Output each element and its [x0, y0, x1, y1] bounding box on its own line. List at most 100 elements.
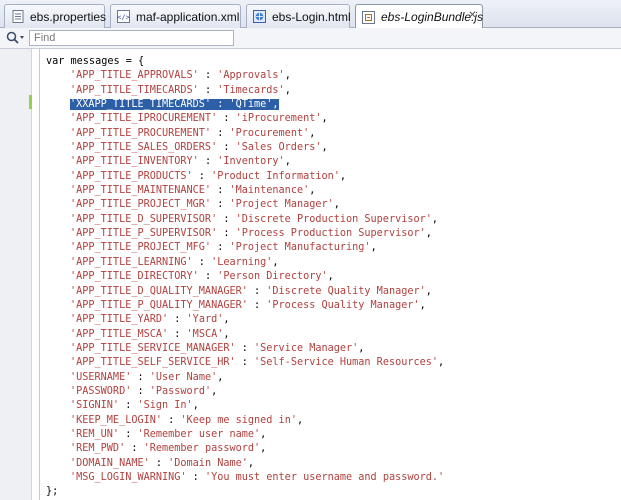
- right-margin-line: [39, 49, 40, 500]
- string-key: 'APP_TITLE_SELF_SERVICE_HR': [70, 357, 236, 369]
- comma: ,: [358, 342, 365, 354]
- string-key: 'DOMAIN_NAME': [70, 457, 150, 469]
- string-key: 'KEEP_ME_LOGIN': [70, 414, 163, 426]
- entry-text: 'APP_TITLE_D_QUALITY_MANAGER' : 'Discret…: [70, 286, 432, 297]
- string-key: 'APP_TITLE_LEARNING': [70, 256, 193, 268]
- comma: ,: [223, 328, 230, 340]
- string-key: 'SIGNIN': [70, 400, 120, 412]
- string-value: 'Timecards': [217, 84, 285, 96]
- comma: ,: [327, 271, 334, 283]
- entry-text: 'APP_TITLE_PROCUREMENT' : 'Procurement',: [70, 128, 315, 139]
- string-key: 'APP_TITLE_PROJECT_MFG': [70, 242, 212, 254]
- colon-separator: :: [198, 271, 218, 283]
- code-line: 'APP_TITLE_P_QUALITY_MANAGER' : 'Process…: [46, 299, 444, 313]
- entry-text: 'APP_TITLE_APPROVALS' : 'Approvals',: [70, 70, 291, 81]
- string-key: 'APP_TITLE_SERVICE_MANAGER': [70, 342, 236, 354]
- comma: ,: [438, 357, 445, 369]
- code-line: 'APP_TITLE_MSCA' : 'MSCA',: [46, 328, 444, 342]
- entry-text: 'APP_TITLE_SELF_SERVICE_HR' : 'Self-Serv…: [70, 357, 444, 368]
- code-line: 'APP_TITLE_PRODUCTS' : 'Product Informat…: [46, 170, 444, 184]
- entry-text: 'APP_TITLE_PRODUCTS' : 'Product Informat…: [70, 171, 346, 182]
- comma: ,: [296, 414, 304, 426]
- colon-separator: :: [162, 414, 181, 426]
- code-line: 'APP_TITLE_PROJECT_MGR' : 'Project Manag…: [46, 198, 444, 212]
- string-key: 'MSG_LOGIN_WARNING': [70, 471, 187, 483]
- code-line: 'APP_TITLE_TIMECARDS' : 'Timecards',: [46, 84, 444, 98]
- comma: ,: [339, 170, 347, 182]
- tab-label: maf-application.xml: [136, 9, 240, 24]
- string-value: 'Sign In': [137, 400, 193, 412]
- string-key: 'APP_TITLE_IPROCUREMENT': [70, 113, 218, 125]
- tab-ebs-login-html[interactable]: ebs-Login.html: [246, 4, 351, 28]
- code-line: 'APP_TITLE_PROJECT_MFG' : 'Project Manuf…: [46, 241, 444, 255]
- tab-label: ebs.properties: [30, 9, 107, 24]
- comma: ,: [247, 457, 255, 469]
- string-value: 'iProcurement': [235, 113, 322, 125]
- code-line: 'APP_TITLE_MAINTENANCE' : 'Maintenance',: [46, 184, 444, 198]
- code-editor[interactable]: var messages = { 'APP_TITLE_APPROVALS' :…: [0, 49, 621, 500]
- string-value: 'Keep me signed in': [180, 414, 297, 426]
- string-value: 'Process Production Supervisor': [235, 228, 426, 240]
- code-line: 'REM_UN' : 'Remember user name',: [46, 428, 444, 442]
- entry-text: 'APP_TITLE_SERVICE_MANAGER' : 'Service M…: [70, 343, 364, 354]
- string-value: 'Discrete Production Supervisor': [235, 213, 432, 225]
- js-file-icon: [362, 10, 375, 24]
- colon-separator: :: [192, 256, 212, 268]
- string-key: 'APP_TITLE_PROCUREMENT': [70, 127, 212, 139]
- entry-text: 'APP_TITLE_MSCA' : 'MSCA',: [70, 329, 230, 340]
- entry-text: 'APP_TITLE_IPROCUREMENT' : 'iProcurement…: [70, 113, 328, 124]
- search-icon[interactable]: [6, 31, 26, 45]
- string-value: 'Self-Service Human Resources': [254, 357, 439, 369]
- string-value: 'MSCA': [186, 328, 224, 340]
- comma: ,: [272, 256, 279, 268]
- string-key: 'PASSWORD': [70, 385, 132, 397]
- string-value: 'Procurement': [229, 127, 310, 139]
- string-value: 'Approvals': [217, 70, 285, 82]
- colon-separator: :: [125, 443, 144, 455]
- code-line: 'APP_TITLE_D_SUPERVISOR' : 'Discrete Pro…: [46, 213, 444, 227]
- string-value: 'Discrete Quality Manager': [266, 285, 426, 297]
- tab-label: ebs-Login.html: [272, 9, 351, 24]
- comma: ,: [309, 127, 316, 139]
- colon-separator: :: [119, 428, 138, 440]
- string-value: 'Learning': [211, 256, 273, 268]
- string-value: 'Password': [149, 385, 212, 397]
- string-key: 'XXAPP_TITLE_TIMECARDS': [70, 99, 212, 111]
- tab-maf-application-xml[interactable]: </> maf-application.xml: [110, 4, 241, 28]
- entry-text: 'USERNAME' : 'User Name',: [70, 372, 223, 383]
- colon-separator: :: [131, 371, 150, 383]
- colon-separator: :: [235, 357, 255, 369]
- code-line: 'APP_TITLE_INVENTORY' : 'Inventory',: [46, 155, 444, 169]
- string-key: 'APP_TITLE_YARD': [70, 314, 169, 326]
- tab-ebs-loginbundle-js[interactable]: ebs-LoginBundle.js ✕: [355, 4, 483, 29]
- entry-text: 'REM_PWD' : 'Remember password',: [70, 443, 266, 454]
- colon-separator: :: [168, 328, 187, 340]
- selected-text: 'XXAPP_TITLE_TIMECARDS' : 'QTime',: [70, 99, 279, 111]
- code-text: };: [46, 486, 59, 498]
- comma: ,: [425, 228, 432, 240]
- close-tab-icon[interactable]: ✕: [467, 10, 478, 21]
- code-line: 'MSG_LOGIN_WARNING' : 'You must enter us…: [46, 471, 444, 485]
- string-key: 'APP_TITLE_MSCA': [70, 328, 169, 340]
- tab-ebs-properties[interactable]: ebs.properties: [4, 4, 107, 28]
- comma: ,: [321, 113, 328, 125]
- comma: ,: [321, 142, 328, 154]
- code-line: 'APP_TITLE_IPROCUREMENT' : 'iProcurement…: [46, 112, 444, 126]
- string-key: 'APP_TITLE_PROJECT_MGR': [70, 199, 212, 211]
- string-value: 'Sales Orders': [235, 142, 322, 154]
- comma: ,: [419, 299, 426, 311]
- code-line: 'PASSWORD' : 'Password',: [46, 385, 444, 399]
- string-key: 'APP_TITLE_MAINTENANCE': [70, 185, 212, 197]
- find-bar: [0, 28, 621, 49]
- colon-separator: :: [217, 113, 236, 125]
- find-input[interactable]: [29, 30, 234, 46]
- string-value: 'Project Manufacturing': [229, 242, 371, 254]
- colon-separator: :: [198, 84, 218, 96]
- entry-text: 'MSG_LOGIN_WARNING' : 'You must enter us…: [70, 472, 444, 483]
- code-line: 'REM_PWD' : 'Remember password',: [46, 442, 444, 456]
- comma: ,: [211, 385, 218, 397]
- string-value: 'Domain Name': [168, 457, 248, 469]
- code-line: 'APP_TITLE_SELF_SERVICE_HR' : 'Self-Serv…: [46, 356, 444, 370]
- code-text: var messages = {: [46, 56, 145, 67]
- string-value: 'Product Information': [211, 170, 340, 182]
